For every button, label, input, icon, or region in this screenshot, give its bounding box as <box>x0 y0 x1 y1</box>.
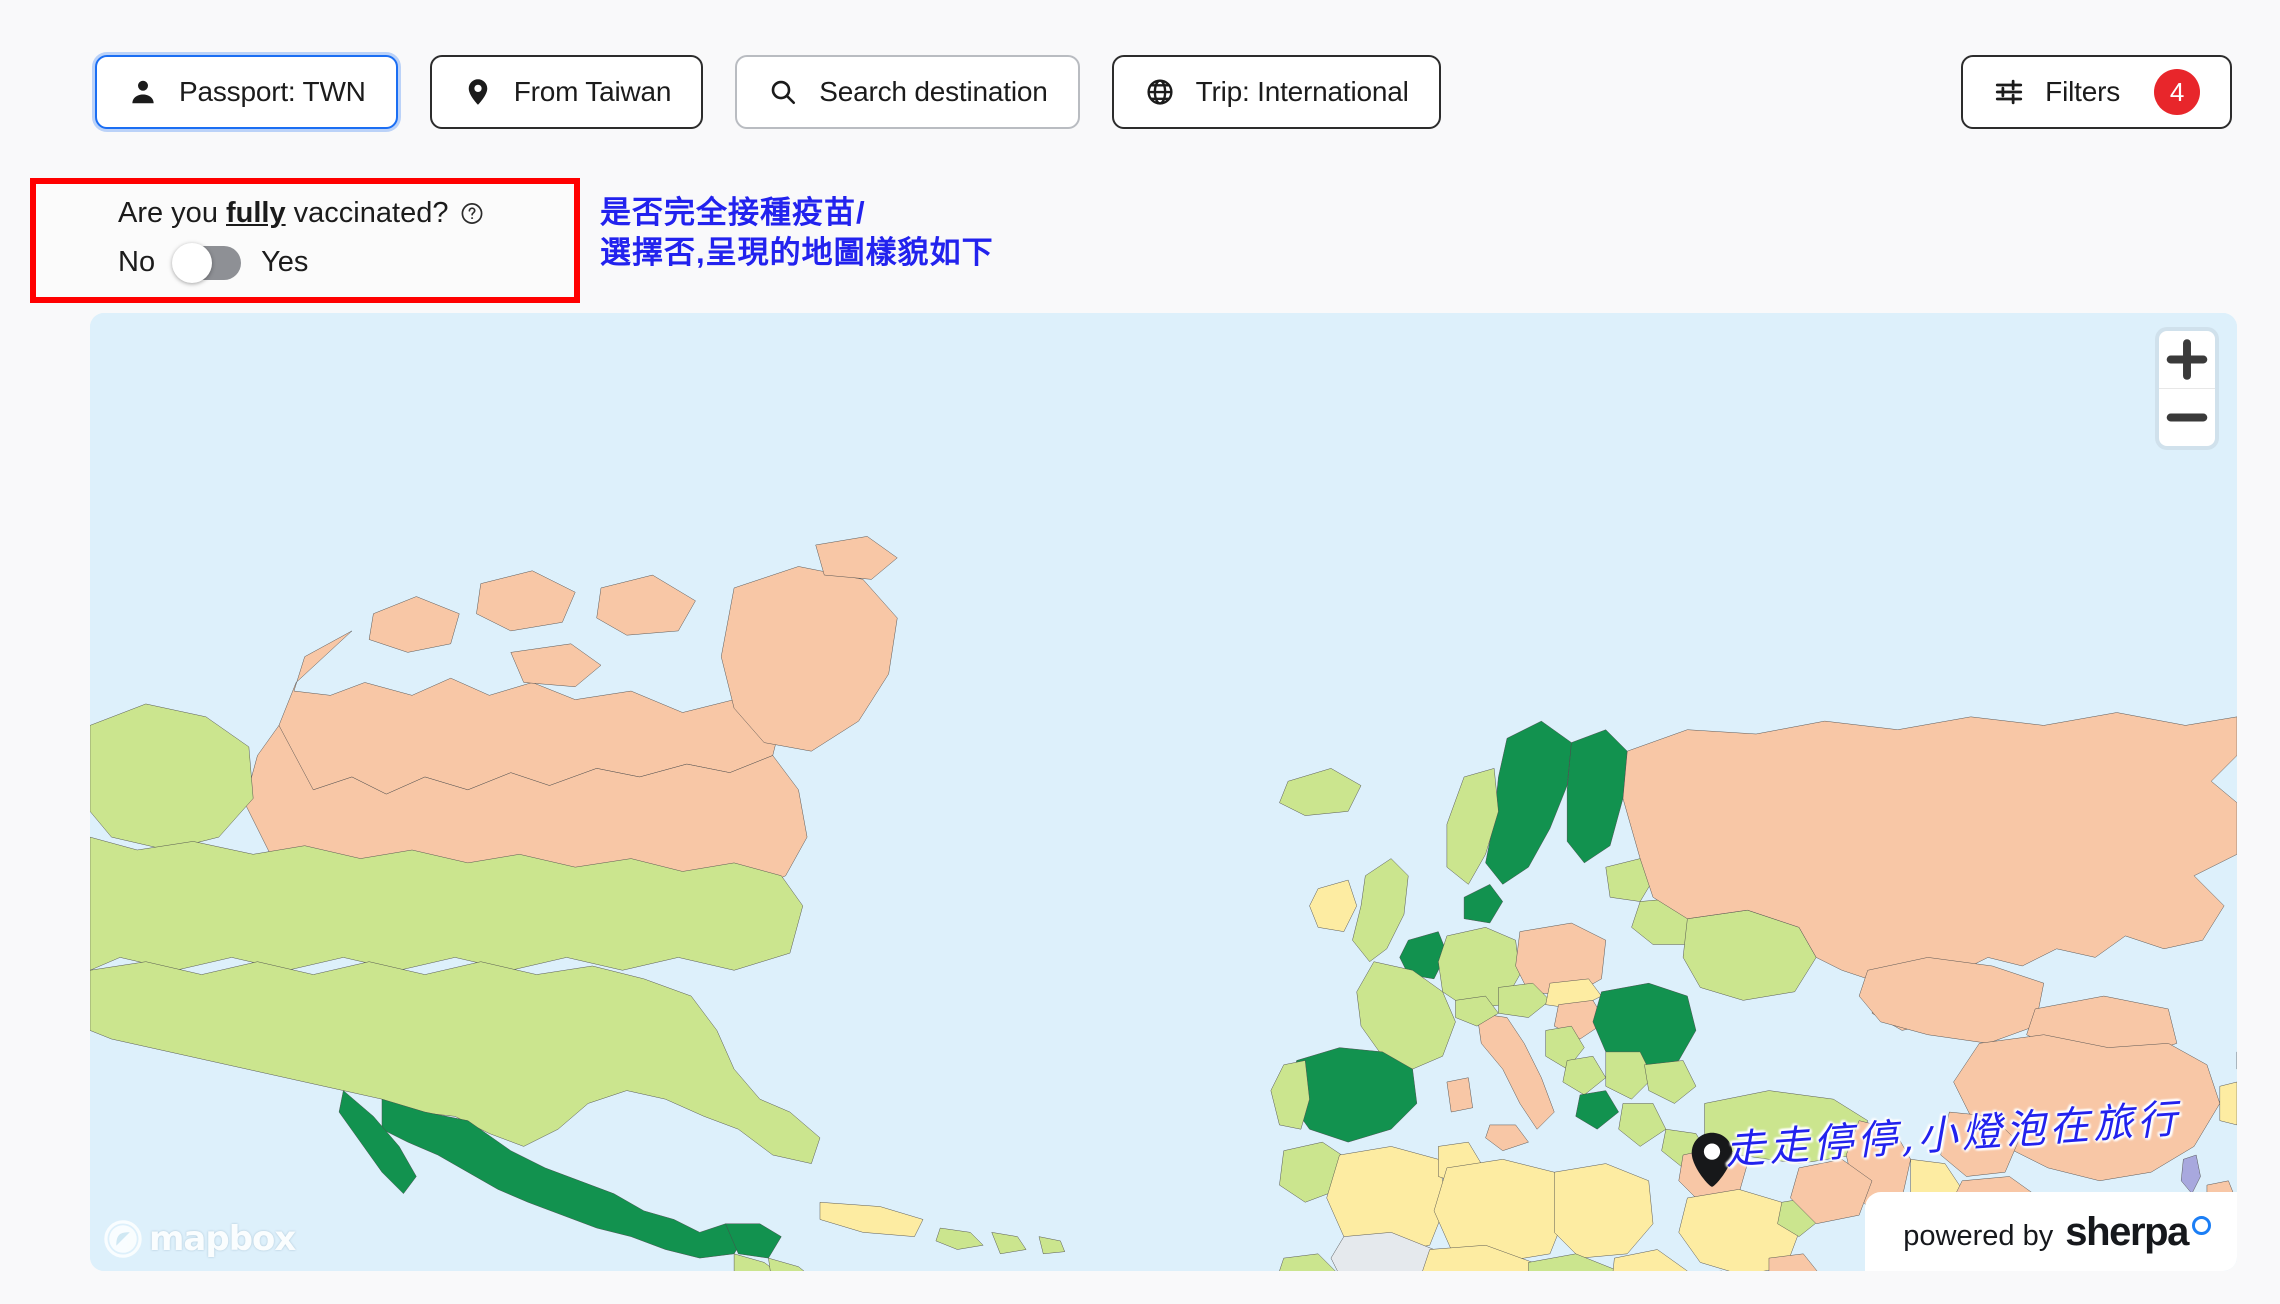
search-icon <box>767 76 799 108</box>
globe-icon <box>1144 76 1176 108</box>
toggle-off-label: No <box>118 246 156 279</box>
origin-chip-label: From Taiwan <box>513 76 672 107</box>
app-root: Passport: TWN From Taiwan Search destina… <box>0 0 2280 1304</box>
vaccination-question-text: Are you fully vaccinated? <box>118 197 449 230</box>
vaccination-toggle-row: No Yes <box>118 242 574 283</box>
toggle-on-label: Yes <box>261 246 309 279</box>
question-prefix: Are you <box>118 197 226 229</box>
question-suffix: vaccinated? <box>285 197 449 229</box>
top-toolbar: Passport: TWN From Taiwan Search destina… <box>95 55 2232 129</box>
world-map-svg <box>90 313 2237 1271</box>
map-zoom-controls <box>2159 331 2215 446</box>
trip-type-label: Trip: International <box>1195 76 1409 107</box>
sherpa-brand: sherpa <box>2065 1210 2189 1254</box>
search-destination-chip[interactable]: Search destination <box>735 55 1080 129</box>
passport-chip[interactable]: Passport: TWN <box>95 55 398 129</box>
sherpa-prefix: powered by <box>1903 1220 2054 1252</box>
zoom-out-button[interactable] <box>2159 388 2215 446</box>
question-emphasis: fully <box>226 197 286 229</box>
origin-chip[interactable]: From Taiwan <box>429 55 704 129</box>
filters-count-badge: 4 <box>2154 69 2200 115</box>
vaccination-question: Are you fully vaccinated? <box>118 197 574 230</box>
world-map[interactable]: mapbox powered by sherpa <box>90 313 2237 1271</box>
question-circle-icon[interactable] <box>460 202 484 226</box>
vaccination-panel: Are you fully vaccinated? No Yes <box>36 184 574 297</box>
passport-chip-label: Passport: TWN <box>179 76 366 107</box>
pin-icon <box>462 76 494 108</box>
sliders-icon <box>1993 76 2025 108</box>
filters-label: Filters <box>2045 76 2120 107</box>
trip-type-chip[interactable]: Trip: International <box>1111 55 1441 129</box>
zoom-in-button[interactable] <box>2159 331 2215 388</box>
degree-circle-icon <box>2192 1216 2211 1235</box>
sherpa-badge: powered by sherpa <box>1865 1192 2237 1271</box>
person-icon <box>127 76 159 108</box>
toggle-knob <box>172 242 213 283</box>
filters-button[interactable]: Filters 4 <box>1961 55 2232 129</box>
vaccination-toggle[interactable] <box>172 242 242 283</box>
search-destination-label: Search destination <box>819 76 1048 107</box>
callout-annotation: 是否完全接種疫苗/ 選擇否,呈現的地圖樣貌如下 <box>600 195 994 270</box>
vaccination-highlight-box: Are you fully vaccinated? No Yes <box>30 178 580 303</box>
